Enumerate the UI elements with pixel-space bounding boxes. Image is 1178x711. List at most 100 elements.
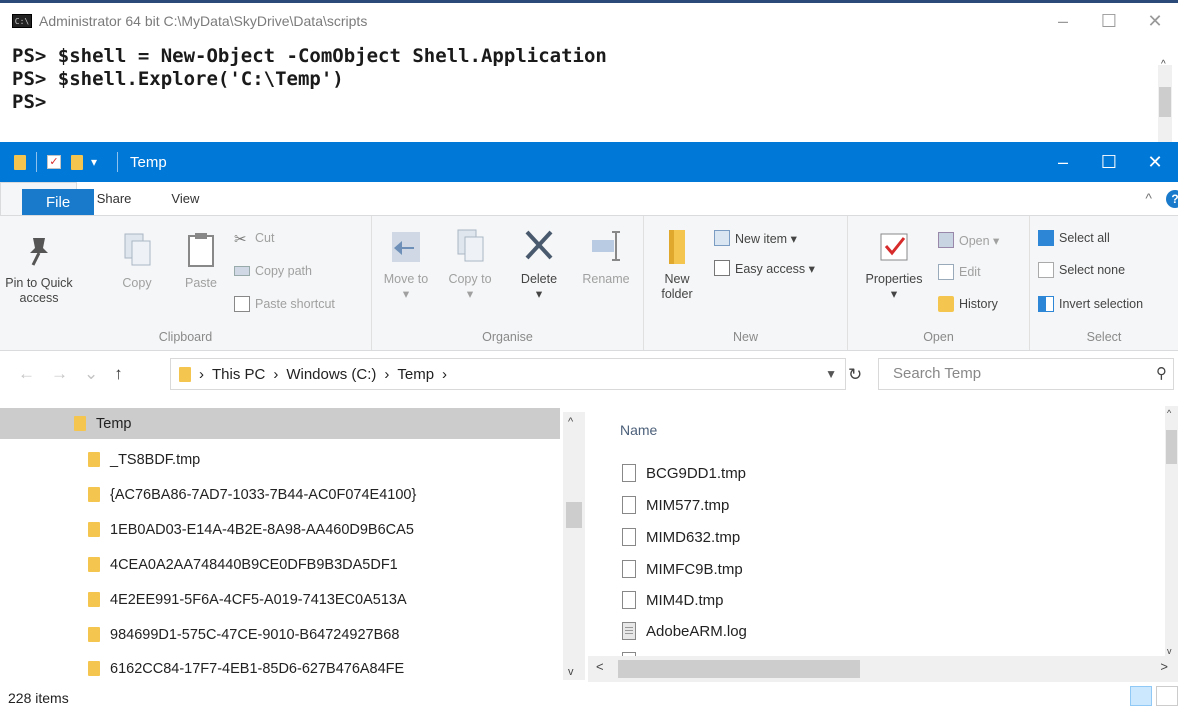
tree-item-label: 6162CC84-17F7-4EB1-85D6-627B476A84FE: [110, 660, 405, 677]
minimize-button[interactable]: –: [1040, 3, 1086, 39]
breadcrumb-windows-c[interactable]: Windows (C:): [286, 366, 376, 383]
up-button[interactable]: ↑: [114, 364, 123, 384]
edit-icon: [938, 264, 954, 280]
console-scrollbar[interactable]: ^: [1158, 59, 1172, 145]
recent-locations-button[interactable]: ⌄: [84, 364, 98, 384]
open-label: Open ▾: [959, 233, 1000, 248]
search-icon[interactable]: ⚲: [1156, 359, 1167, 389]
select-none-icon: [1038, 262, 1054, 278]
breadcrumb-separator[interactable]: ›: [273, 366, 278, 383]
close-button[interactable]: ✕: [1132, 142, 1178, 182]
file-item[interactable]: AdobeARM.log: [622, 618, 747, 644]
delete-dropdown-icon[interactable]: ▾: [536, 287, 542, 301]
history-button[interactable]: History: [938, 296, 998, 312]
customize-toolbar-icon[interactable]: ▾: [91, 155, 97, 169]
file-item[interactable]: MIM577.tmp: [622, 492, 729, 518]
address-bar-row: ← → ⌄ ↑ › This PC › Windows (C:) › Temp …: [0, 352, 1178, 396]
refresh-button[interactable]: ↻: [848, 365, 862, 385]
scroll-up-icon[interactable]: ^: [1161, 59, 1166, 70]
invert-selection-button[interactable]: Invert selection: [1038, 296, 1143, 312]
paste-button[interactable]: Paste: [176, 230, 226, 291]
maximize-button[interactable]: ☐: [1086, 142, 1132, 182]
breadcrumb-separator[interactable]: ›: [442, 366, 447, 383]
file-item[interactable]: MIM4D.tmp: [622, 587, 724, 613]
scroll-up-icon[interactable]: ^: [568, 416, 573, 428]
edit-button[interactable]: Edit: [938, 264, 981, 280]
navigation-pane-scrollbar[interactable]: ^ v: [563, 412, 585, 680]
close-button[interactable]: ✕: [1132, 3, 1178, 39]
search-input[interactable]: Search Temp ⚲: [878, 358, 1174, 390]
paste-shortcut-button[interactable]: Paste shortcut: [234, 296, 335, 312]
search-placeholder: Search Temp: [893, 365, 982, 382]
help-icon[interactable]: ?: [1166, 190, 1178, 208]
new-folder-icon[interactable]: [71, 154, 83, 170]
tab-view[interactable]: View: [151, 182, 219, 215]
scroll-up-icon[interactable]: ^: [1167, 408, 1171, 418]
select-none-label: Select none: [1059, 263, 1126, 277]
navigation-scroll-thumb[interactable]: [566, 502, 582, 528]
scroll-down-icon[interactable]: v: [1167, 646, 1172, 656]
tree-item[interactable]: 6162CC84-17F7-4EB1-85D6-627B476A84FE: [0, 653, 560, 682]
details-view-button[interactable]: [1130, 686, 1152, 706]
properties-dropdown-icon[interactable]: ▾: [891, 287, 897, 301]
folder-icon: [88, 487, 100, 502]
horizontal-scroll-thumb[interactable]: [618, 660, 860, 678]
breadcrumb-temp[interactable]: Temp: [397, 366, 434, 383]
copy-button[interactable]: Copy: [112, 230, 162, 291]
move-to-button[interactable]: Move to ▾: [382, 226, 430, 302]
new-folder-button[interactable]: New folder: [650, 226, 704, 302]
breadcrumb-separator[interactable]: ›: [384, 366, 389, 383]
console-output[interactable]: PS> $shell = New-Object -ComObject Shell…: [12, 45, 607, 114]
breadcrumb-separator[interactable]: ›: [199, 366, 204, 383]
easy-access-button[interactable]: Easy access ▾: [714, 260, 815, 276]
large-icons-view-button[interactable]: [1156, 686, 1178, 706]
scroll-right-icon[interactable]: >: [1160, 659, 1168, 674]
file-list-scroll-thumb[interactable]: [1166, 430, 1177, 464]
back-button[interactable]: ←: [18, 364, 35, 384]
tree-item-temp[interactable]: Temp: [0, 408, 560, 439]
clipboard-group: Pin to Quick access Copy Paste ✂ Cut Copy…: [0, 216, 372, 350]
tree-item[interactable]: 4CEA0A2AA748440B9CE0DFB9B3DA5DF1: [0, 549, 560, 580]
collapse-ribbon-icon[interactable]: ^: [1145, 190, 1152, 206]
copy-path-label: Copy path: [255, 264, 312, 278]
properties-check-icon[interactable]: ✓: [47, 155, 61, 169]
rename-button[interactable]: Rename: [576, 226, 636, 287]
file-item[interactable]: MIMFC9B.tmp: [622, 556, 743, 582]
file-item[interactable]: MIMD632.tmp: [622, 524, 740, 550]
scroll-down-icon[interactable]: v: [568, 666, 574, 678]
select-none-button[interactable]: Select none: [1038, 262, 1125, 278]
new-item-button[interactable]: New item ▾: [714, 230, 797, 246]
open-button[interactable]: Open ▾: [938, 232, 999, 248]
breadcrumb-this-pc[interactable]: This PC: [212, 366, 265, 383]
scroll-left-icon[interactable]: <: [596, 659, 604, 674]
explorer-titlebar[interactable]: ✓ ▾ Temp – ☐ ✕: [0, 142, 1178, 182]
pin-to-quick-access-button[interactable]: Pin to Quick access: [0, 230, 78, 306]
copy-path-button[interactable]: Copy path: [234, 264, 312, 278]
select-all-button[interactable]: Select all: [1038, 230, 1110, 246]
clipboard-icon: [183, 230, 219, 270]
tree-item[interactable]: _TS8BDF.tmp: [0, 444, 560, 475]
address-dropdown-icon[interactable]: ▼: [825, 367, 837, 381]
delete-x-icon: [521, 226, 557, 266]
cut-button[interactable]: ✂ Cut: [234, 230, 274, 248]
tree-item[interactable]: 984699D1-575C-47CE-9010-B64724927B68: [0, 619, 560, 650]
properties-button[interactable]: Properties ▾: [856, 226, 932, 302]
file-item[interactable]: [622, 648, 646, 656]
tab-file[interactable]: File: [22, 189, 95, 215]
powershell-titlebar[interactable]: C:\ Administrator 64 bit C:\MyData\SkyDr…: [0, 3, 1178, 39]
breadcrumb[interactable]: › This PC › Windows (C:) › Temp › ▼: [170, 358, 846, 390]
horizontal-scrollbar[interactable]: < >: [588, 656, 1178, 682]
organise-group-label: Organise: [482, 330, 533, 344]
console-scroll-thumb[interactable]: [1159, 87, 1171, 117]
minimize-button[interactable]: –: [1040, 142, 1086, 182]
tree-item[interactable]: 4E2EE991-5F6A-4CF5-A019-7413EC0A513A: [0, 584, 560, 615]
tree-item[interactable]: 1EB0AD03-E14A-4B2E-8A98-AA460D9B6CA5: [0, 514, 560, 545]
copy-to-button[interactable]: Copy to ▾: [446, 226, 494, 302]
file-list-scrollbar[interactable]: ^ v: [1165, 406, 1178, 656]
file-item[interactable]: BCG9DD1.tmp: [622, 460, 746, 486]
delete-button[interactable]: Delete ▾: [512, 226, 566, 302]
maximize-button[interactable]: ☐: [1086, 3, 1132, 39]
forward-button[interactable]: →: [51, 364, 68, 384]
column-header-name[interactable]: Name: [620, 422, 657, 438]
tree-item[interactable]: {AC76BA86-7AD7-1033-7B44-AC0F074E4100}: [0, 479, 560, 510]
